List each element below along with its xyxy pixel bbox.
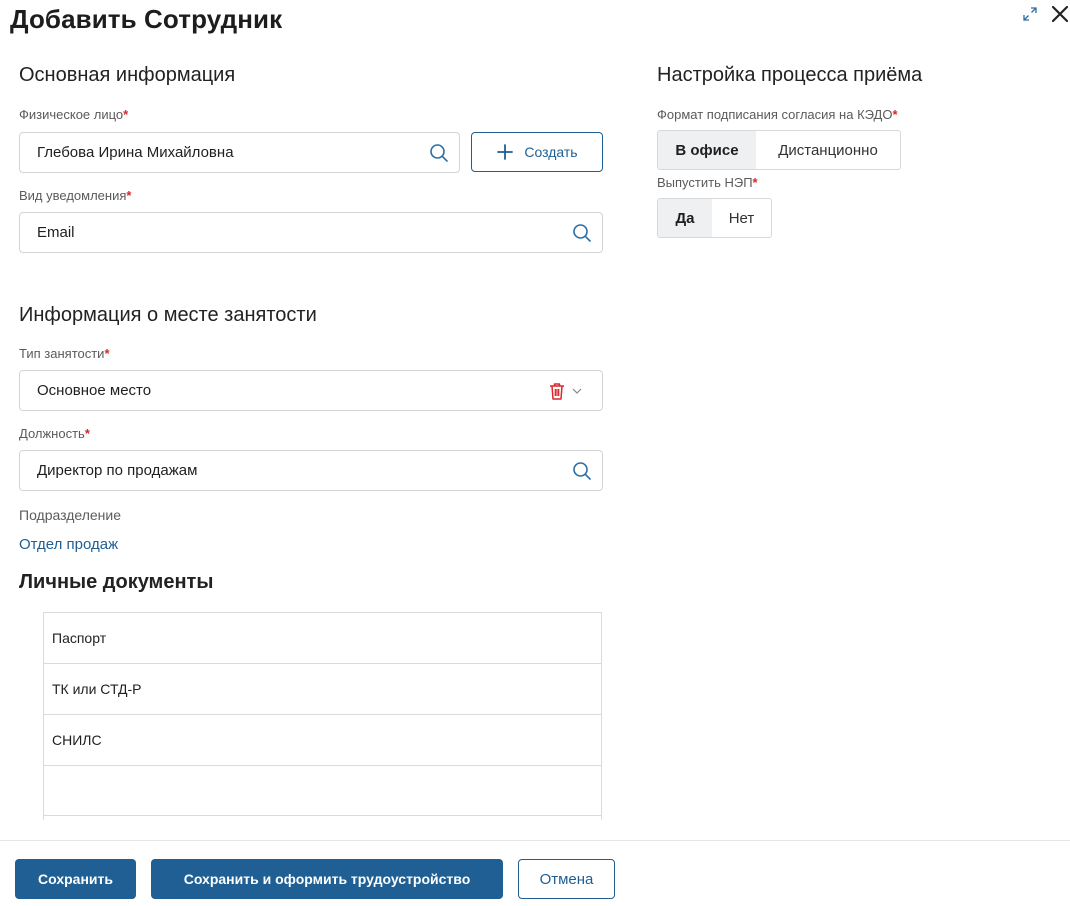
create-button-label: Создать — [524, 144, 578, 160]
required-mark: * — [123, 107, 129, 122]
position-label-text: Должность — [19, 426, 85, 441]
save-and-hire-button[interactable]: Сохранить и оформить трудоустройство — [151, 859, 503, 899]
chevron-down-icon[interactable] — [570, 380, 584, 402]
dialog-header-actions — [1020, 0, 1070, 28]
signing-format-toggle: В офисе Дистанционно — [657, 130, 901, 170]
footer-divider — [0, 840, 1070, 841]
department-link[interactable]: Отдел продаж — [19, 536, 118, 553]
employment-type-label-text: Тип занятости — [19, 346, 105, 361]
employment-type-value: Основное место — [37, 382, 152, 399]
position-label: Должность* — [19, 426, 90, 441]
position-field[interactable]: Директор по продажам — [19, 450, 603, 491]
dialog-title: Добавить Сотрудник — [10, 4, 283, 34]
person-field[interactable]: Глебова Ирина Михайловна — [19, 132, 460, 173]
trash-icon[interactable] — [546, 380, 568, 402]
person-label: Физическое лицо* — [19, 107, 128, 122]
save-button[interactable]: Сохранить — [15, 859, 136, 899]
documents-table: Паспорт ТК или СТД-Р СНИЛС — [43, 612, 602, 820]
signing-format-label: Формат подписания согласия на КЭДО* — [657, 107, 898, 122]
plus-icon — [497, 144, 514, 160]
create-person-button[interactable]: Создать — [471, 132, 603, 172]
issue-nep-label-text: Выпустить НЭП — [657, 175, 753, 190]
cancel-button[interactable]: Отмена — [518, 859, 615, 899]
required-mark: * — [104, 346, 110, 361]
required-mark: * — [126, 188, 132, 203]
employment-title: Информация о месте занятости — [19, 304, 317, 326]
notification-label: Вид уведомления* — [19, 188, 131, 203]
employment-type-select[interactable]: Основное место — [19, 370, 603, 411]
required-mark: * — [752, 175, 758, 190]
table-row[interactable]: Паспорт — [44, 613, 601, 664]
position-value: Директор по продажам — [37, 462, 198, 479]
nep-option-no[interactable]: Нет — [712, 199, 771, 237]
search-icon[interactable] — [571, 222, 593, 244]
search-icon[interactable] — [428, 142, 450, 164]
signing-format-label-text: Формат подписания согласия на КЭДО — [657, 107, 893, 122]
issue-nep-label: Выпустить НЭП* — [657, 175, 758, 190]
person-value: Глебова Ирина Михайловна — [37, 144, 234, 161]
nep-option-yes[interactable]: Да — [658, 199, 712, 237]
notification-label-text: Вид уведомления — [19, 188, 127, 203]
table-row[interactable]: СНИЛС — [44, 715, 601, 766]
employment-type-label: Тип занятости* — [19, 346, 110, 361]
hiring-setup-title: Настройка процесса приёма — [657, 64, 923, 86]
signing-option-remote[interactable]: Дистанционно — [756, 131, 900, 169]
basic-info-title: Основная информация — [19, 64, 236, 86]
documents-title: Личные документы — [19, 571, 214, 593]
department-label: Подразделение — [19, 507, 122, 523]
table-row[interactable] — [44, 766, 601, 816]
notification-field[interactable]: Email — [19, 212, 603, 253]
issue-nep-toggle: Да Нет — [657, 198, 772, 238]
person-label-text: Физическое лицо — [19, 107, 124, 122]
required-mark: * — [892, 107, 898, 122]
search-icon[interactable] — [571, 460, 593, 482]
notification-value: Email — [37, 224, 75, 241]
signing-option-office[interactable]: В офисе — [658, 131, 756, 169]
required-mark: * — [84, 426, 90, 441]
table-row[interactable]: ТК или СТД-Р — [44, 664, 601, 715]
close-icon[interactable] — [1050, 4, 1070, 24]
expand-icon[interactable] — [1020, 4, 1040, 24]
